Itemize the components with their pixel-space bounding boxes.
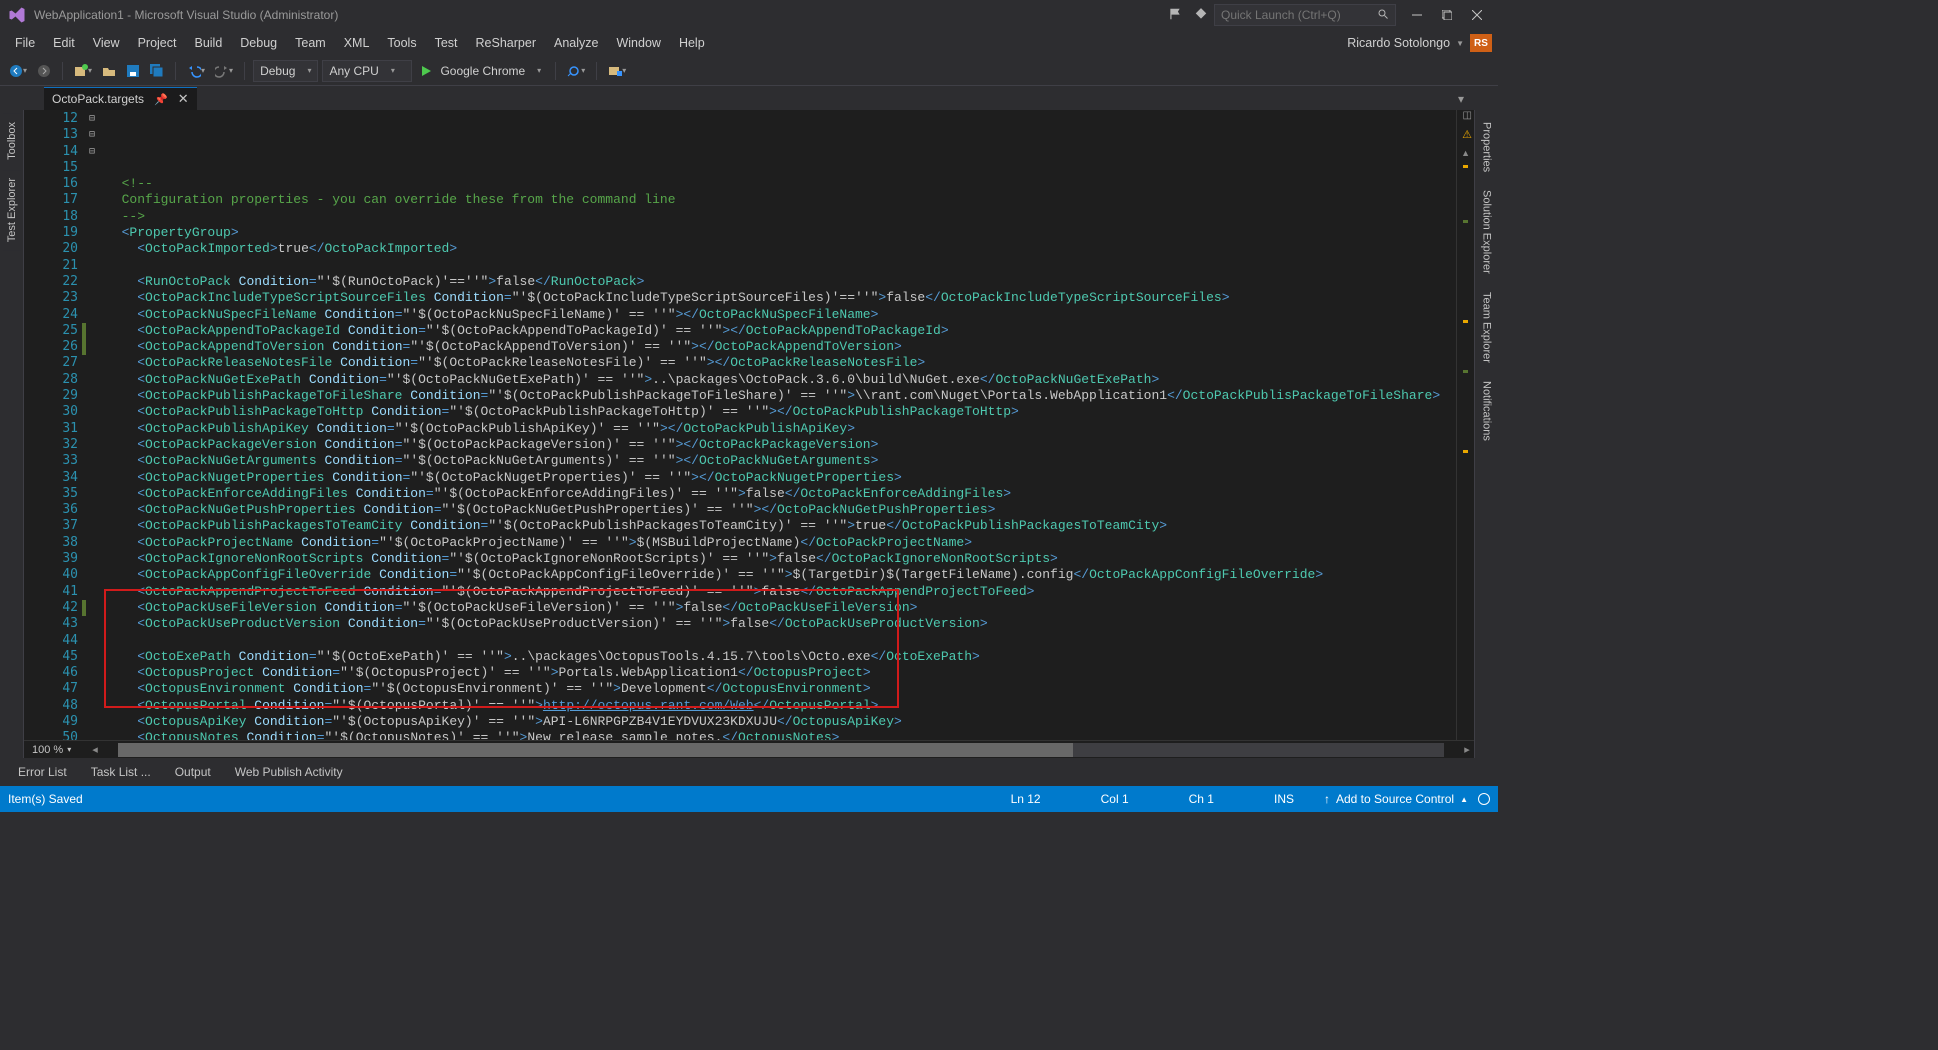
maximize-button[interactable] — [1432, 4, 1462, 26]
menu-resharper[interactable]: ReSharper — [467, 32, 545, 54]
toolwindow-team-explorer[interactable]: Team Explorer — [1478, 284, 1496, 371]
menu-view[interactable]: View — [84, 32, 129, 54]
warning-indicator-icon[interactable]: ⚠ — [1462, 128, 1472, 141]
horizontal-scrollbar[interactable] — [118, 743, 1444, 757]
undo-button[interactable]: ▾ — [184, 60, 208, 82]
toolwindow-properties[interactable]: Properties — [1478, 114, 1496, 180]
menu-tools[interactable]: Tools — [378, 32, 425, 54]
menu-edit[interactable]: Edit — [44, 32, 84, 54]
status-message: Item(s) Saved — [8, 792, 83, 806]
quick-launch[interactable] — [1214, 4, 1396, 26]
hscroll-right[interactable]: ▸ — [1460, 743, 1474, 756]
menu-test[interactable]: Test — [426, 32, 467, 54]
line-number-gutter: 1213141516171819202122232425262728293031… — [24, 110, 84, 758]
split-editor-icon[interactable]: ◫ — [1463, 110, 1472, 121]
debug-target-dropdown[interactable]: Google Chrome▾ — [440, 60, 547, 82]
scroll-up-icon[interactable]: ▲ — [1461, 148, 1470, 158]
tab-overflow-button[interactable]: ▾ — [1452, 88, 1470, 110]
feedback-icon[interactable] — [1168, 7, 1182, 24]
menu-window[interactable]: Window — [607, 32, 669, 54]
solution-config-dropdown[interactable]: Debug▾ — [253, 60, 318, 82]
extra-toolbar-button[interactable]: ▾ — [605, 60, 629, 82]
standard-toolbar: ▾ ▾ ▾ ▾ Debug▾ Any CPU▾ Google Chrome▾ ▾… — [0, 56, 1498, 86]
status-col: Col 1 — [1101, 792, 1129, 806]
browser-link-button[interactable]: ▾ — [564, 60, 588, 82]
code-surface[interactable]: <!-- Configuration properties - you can … — [100, 110, 1456, 758]
status-indicator-icon — [1478, 793, 1490, 805]
save-all-button[interactable] — [147, 60, 167, 82]
right-tool-well: Properties Solution Explorer Team Explorer… — [1474, 110, 1498, 758]
signed-in-user[interactable]: Ricardo Sotolongo — [1341, 36, 1456, 50]
save-button[interactable] — [123, 60, 143, 82]
open-file-button[interactable] — [99, 60, 119, 82]
status-ins: INS — [1274, 792, 1294, 806]
document-tab-active[interactable]: OctoPack.targets 📌 ✕ — [44, 87, 197, 110]
toolwindow-toolbox[interactable]: Toolbox — [3, 114, 21, 168]
window-title: WebApplication1 - Microsoft Visual Studi… — [34, 8, 338, 22]
bottom-tab-error-list[interactable]: Error List — [8, 759, 77, 785]
menubar: FileEditViewProjectBuildDebugTeamXMLTool… — [0, 30, 1498, 56]
bottom-tool-tabs: Error ListTask List ...OutputWeb Publish… — [0, 758, 1498, 786]
status-line: Ln 12 — [1011, 792, 1041, 806]
toolwindow-solution-explorer[interactable]: Solution Explorer — [1478, 182, 1496, 282]
redo-button[interactable]: ▾ — [212, 60, 236, 82]
new-project-button[interactable]: ▾ — [71, 60, 95, 82]
statusbar: Item(s) Saved Ln 12 Col 1 Ch 1 INS ↑Add … — [0, 786, 1498, 812]
document-tabstrip: OctoPack.targets 📌 ✕ ▾ — [0, 86, 1498, 110]
zoom-level[interactable]: 100 %▾ — [24, 744, 88, 756]
menu-debug[interactable]: Debug — [231, 32, 286, 54]
menu-project[interactable]: Project — [129, 32, 186, 54]
menu-build[interactable]: Build — [185, 32, 231, 54]
toolwindow-test-explorer[interactable]: Test Explorer — [3, 170, 21, 250]
menu-analyze[interactable]: Analyze — [545, 32, 607, 54]
bottom-tab-web-publish-activity[interactable]: Web Publish Activity — [225, 759, 353, 785]
editor-footer: 100 %▾ ◂ ▸ — [24, 740, 1474, 758]
workarea: Toolbox Test Explorer 1213141516171819202… — [0, 110, 1498, 758]
start-debug-button[interactable] — [416, 60, 436, 82]
source-control-button[interactable]: ↑Add to Source Control▲ — [1324, 792, 1468, 806]
user-avatar[interactable]: RS — [1470, 34, 1492, 52]
quick-launch-input[interactable] — [1221, 8, 1377, 22]
notifications-icon[interactable] — [1194, 7, 1208, 24]
outlining-margin[interactable]: ⊟⊟⊟ — [84, 110, 100, 758]
pin-tab-icon[interactable]: 📌 — [154, 93, 168, 106]
menu-file[interactable]: File — [6, 32, 44, 54]
nav-forward-button[interactable] — [34, 60, 54, 82]
close-button[interactable] — [1462, 4, 1492, 26]
menu-team[interactable]: Team — [286, 32, 335, 54]
close-tab-icon[interactable]: ✕ — [178, 91, 189, 107]
toolwindow-notifications[interactable]: Notifications — [1478, 373, 1496, 449]
editor-scroll-map[interactable]: ◫ ⚠ ▲ — [1456, 110, 1474, 758]
hscroll-left[interactable]: ◂ — [88, 743, 102, 756]
bottom-tab-task-list-[interactable]: Task List ... — [81, 759, 161, 785]
status-ch: Ch 1 — [1189, 792, 1214, 806]
menu-xml[interactable]: XML — [335, 32, 379, 54]
titlebar: WebApplication1 - Microsoft Visual Studi… — [0, 0, 1498, 30]
solution-platform-dropdown[interactable]: Any CPU▾ — [322, 60, 412, 82]
code-editor[interactable]: 1213141516171819202122232425262728293031… — [24, 110, 1474, 758]
tab-title: OctoPack.targets — [52, 92, 144, 106]
menu-help[interactable]: Help — [670, 32, 714, 54]
left-tool-well: Toolbox Test Explorer — [0, 110, 24, 758]
bottom-tab-output[interactable]: Output — [165, 759, 221, 785]
search-icon — [1377, 8, 1389, 23]
vs-logo-icon — [6, 4, 28, 26]
nav-back-button[interactable]: ▾ — [6, 60, 30, 82]
minimize-button[interactable] — [1402, 4, 1432, 26]
